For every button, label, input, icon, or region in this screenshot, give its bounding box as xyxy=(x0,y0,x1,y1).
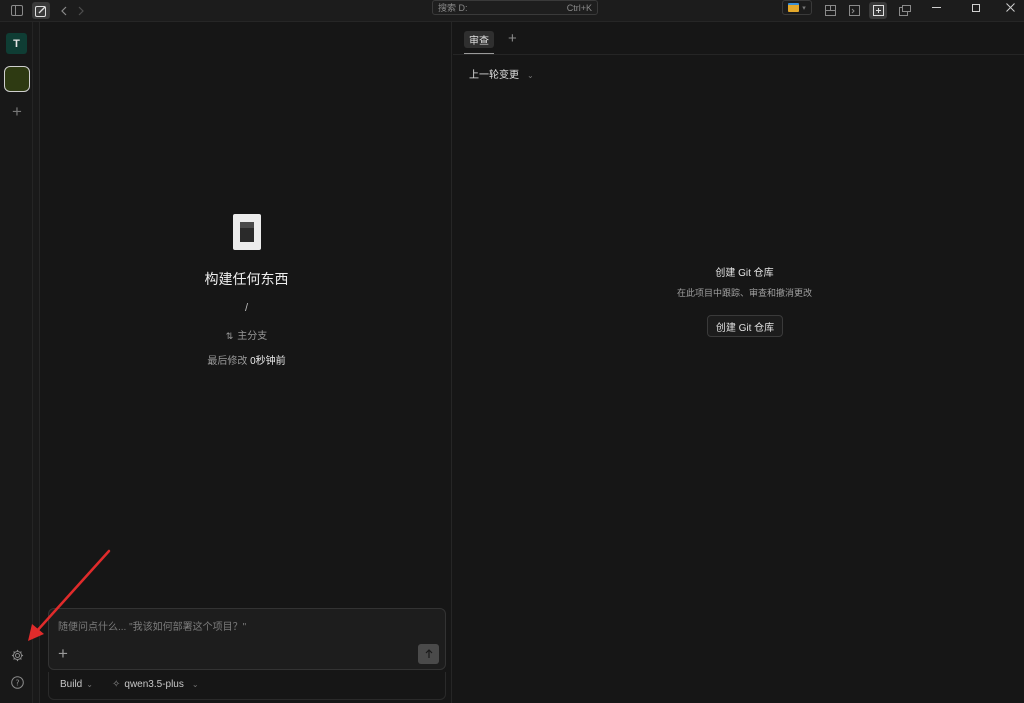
review-panel-icon[interactable] xyxy=(869,2,887,19)
branch-icon: ⇅ xyxy=(225,331,234,341)
maximize-button[interactable] xyxy=(962,0,990,15)
back-icon[interactable] xyxy=(55,2,73,19)
logo-inner-top xyxy=(240,222,254,228)
last-modified-value: 0秒钟前 xyxy=(250,356,286,367)
change-scope-label: 上一轮变更 xyxy=(469,70,519,81)
mode-label: Build xyxy=(60,679,83,690)
model-label: qwen3.5-plus xyxy=(124,679,184,690)
maximize-icon xyxy=(972,3,980,12)
new-session-icon[interactable] xyxy=(32,2,50,19)
terminal-icon[interactable] xyxy=(845,2,863,19)
sidebar-toggle-icon[interactable] xyxy=(8,2,26,19)
search-input[interactable]: 搜索 D: Ctrl+K xyxy=(432,0,598,15)
tab-divider xyxy=(453,54,1024,55)
workspace-avatar[interactable]: T xyxy=(6,33,27,54)
arrow-up-icon xyxy=(425,649,432,658)
workspace-title: 构建任何东西 xyxy=(204,271,289,287)
layout-icon[interactable] xyxy=(821,2,839,19)
forward-icon[interactable] xyxy=(72,2,90,19)
settings-icon[interactable] xyxy=(8,646,26,664)
prompt-composer[interactable]: 随便问点什么... "我该如何部署这个项目？" + xyxy=(48,608,446,670)
session-panel: 构建任何东西 / ⇅ 主分支 最后修改 0秒钟前 xyxy=(41,22,452,703)
minimize-icon xyxy=(931,7,941,8)
project-thumbnail[interactable] xyxy=(4,66,30,92)
composer-footer: Build ⌄ ✧ qwen3.5-plus ⌄ xyxy=(48,672,446,700)
folder-icon xyxy=(788,3,800,12)
prompt-placeholder: 随便问点什么... "我该如何部署这个项目？" xyxy=(58,622,247,633)
branch-name: 主分支 xyxy=(237,331,268,342)
project-path: / xyxy=(244,302,249,314)
search-placeholder: 搜索 D: xyxy=(438,3,468,13)
chevron-down-icon: ⌄ xyxy=(191,680,199,689)
close-button[interactable] xyxy=(996,0,1024,15)
git-empty-title: 创建 Git 仓库 xyxy=(715,268,774,279)
svg-text:?: ? xyxy=(15,678,19,687)
chevron-down-icon: ⌄ xyxy=(86,680,93,689)
tab-review[interactable]: 审查 xyxy=(464,31,494,48)
mode-select[interactable]: Build ⌄ xyxy=(60,679,93,690)
last-modified: 最后修改 0秒钟前 xyxy=(41,352,452,367)
model-select[interactable]: ✧ qwen3.5-plus ⌄ xyxy=(112,679,199,690)
attach-icon[interactable]: + xyxy=(58,645,74,662)
change-scope-select[interactable]: 上一轮变更 ⌄ xyxy=(469,66,534,81)
create-git-repo-button[interactable]: 创建 Git 仓库 xyxy=(707,315,783,337)
help-icon[interactable]: ? xyxy=(8,673,26,691)
search-shortcut: Ctrl+K xyxy=(566,2,592,13)
review-panel: 审查 + 上一轮变更 ⌄ 创建 Git 仓库 在此项目中跟踪、审查和撤消更改 创建… xyxy=(453,22,1024,703)
app-logo xyxy=(233,214,261,250)
git-empty-description: 在此项目中跟踪、审查和撤消更改 xyxy=(676,288,812,298)
sidebar-divider xyxy=(33,22,40,703)
sparkle-icon: ✧ xyxy=(112,679,121,690)
add-tab-icon[interactable]: + xyxy=(508,30,517,47)
minimize-button[interactable] xyxy=(922,0,950,15)
close-icon xyxy=(1005,3,1015,12)
branch-indicator: ⇅ 主分支 xyxy=(41,327,452,342)
chevron-down-icon: ⌄ xyxy=(527,71,534,80)
window-split-icon[interactable] xyxy=(896,2,914,19)
add-project-icon[interactable]: + xyxy=(8,102,26,121)
project-rail: T + ? xyxy=(0,22,33,703)
last-modified-label: 最后修改 xyxy=(207,356,248,367)
send-button[interactable] xyxy=(418,644,439,664)
open-in-app-button[interactable]: ▾ xyxy=(782,0,812,15)
chevron-down-icon: ▾ xyxy=(802,4,806,12)
title-bar: 搜索 D: Ctrl+K ▾ xyxy=(0,0,1024,22)
